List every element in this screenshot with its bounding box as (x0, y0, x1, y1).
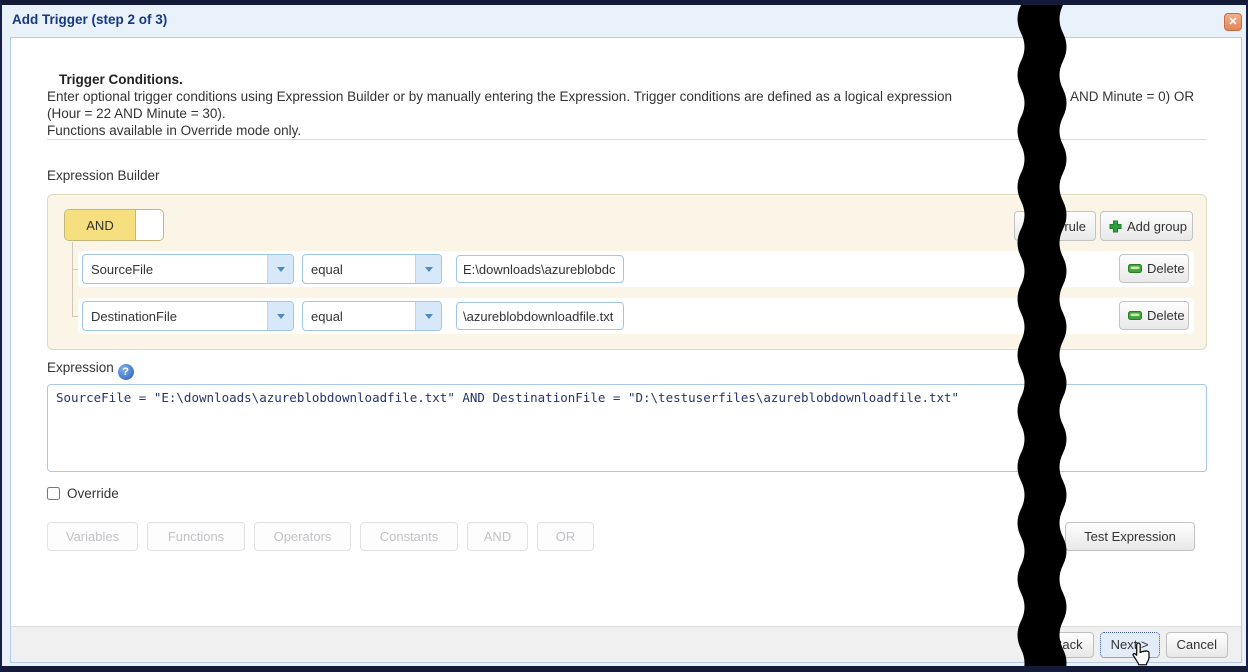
intro-line2: (Hour = 22 AND Minute = 30). (47, 106, 226, 121)
operator-select[interactable]: equal (302, 301, 442, 331)
chevron-down-icon (415, 302, 441, 330)
operators-button: Operators (254, 522, 351, 551)
cancel-button[interactable]: Cancel (1166, 632, 1228, 658)
and-button: AND (467, 522, 528, 551)
chevron-down-icon (267, 302, 293, 330)
expression-label: Expression (47, 360, 114, 375)
delete-rule-button[interactable]: Delete (1119, 254, 1189, 283)
functions-button: Functions (147, 522, 245, 551)
delete-label: Delete (1147, 261, 1185, 276)
next-button[interactable]: Next > (1100, 632, 1160, 658)
override-checkbox[interactable] (47, 487, 60, 500)
trigger-conditions-heading: Trigger Conditions. (59, 72, 183, 87)
or-button: OR (537, 522, 594, 551)
dialog-title: Add Trigger (step 2 of 3) (12, 12, 167, 27)
group-condition-or-button[interactable] (135, 210, 163, 240)
rule-value-input[interactable] (456, 255, 624, 283)
operator-select-value: equal (303, 262, 415, 277)
group-condition-and-button[interactable]: AND (65, 210, 135, 240)
rule-row: SourceFile equal Delete (78, 251, 1194, 287)
test-expression-button[interactable]: Test Expression (1065, 522, 1195, 551)
plus-icon (1109, 220, 1122, 233)
add-trigger-window: Add Trigger (step 2 of 3) ✕ Trigger Cond… (0, 0, 1248, 672)
chevron-down-icon (415, 255, 441, 283)
close-icon[interactable]: ✕ (1224, 13, 1242, 31)
delete-label: Delete (1147, 308, 1185, 323)
field-select-value: DestinationFile (83, 309, 267, 324)
group-condition-toggle: AND (64, 209, 164, 241)
chevron-down-icon (267, 255, 293, 283)
operator-select-value: equal (303, 309, 415, 324)
delete-icon (1128, 311, 1142, 320)
add-rule-button[interactable]: rule (1014, 211, 1096, 241)
rule-value-input[interactable] (456, 302, 624, 330)
expression-label-row: Expression ? (47, 360, 134, 380)
add-group-label: Add group (1127, 219, 1187, 234)
operator-select[interactable]: equal (302, 254, 442, 284)
constants-button: Constants (360, 522, 458, 551)
expression-textarea[interactable]: SourceFile = "E:\downloads\azureblobdown… (47, 384, 1207, 472)
expression-builder-panel: AND rule Add group SourceFile (47, 194, 1207, 350)
override-label: Override (67, 486, 119, 501)
variables-button: Variables (47, 522, 138, 551)
intro-line1-right: AND Minute = 0) OR (1070, 89, 1194, 104)
rule-row: DestinationFile equal Delete (78, 298, 1194, 334)
field-select[interactable]: SourceFile (82, 254, 294, 284)
add-rule-label: rule (1064, 219, 1086, 234)
help-icon[interactable]: ? (118, 364, 134, 380)
divider (47, 139, 1207, 140)
dialog-body: Trigger Conditions. Enter optional trigg… (10, 37, 1242, 663)
intro-line1-left: Enter optional trigger conditions using … (47, 89, 952, 104)
field-select-value: SourceFile (83, 262, 267, 277)
dialog-footer: < Back Next > Cancel (11, 626, 1241, 662)
tree-connector-vertical (72, 242, 73, 316)
delete-icon (1128, 264, 1142, 273)
expression-builder-label: Expression Builder (47, 168, 160, 183)
override-row: Override (47, 486, 119, 501)
delete-rule-button[interactable]: Delete (1119, 301, 1189, 330)
add-group-button[interactable]: Add group (1100, 211, 1193, 241)
back-button[interactable]: < Back (1031, 632, 1093, 658)
expression-toolbar: Variables Functions Operators Constants … (47, 522, 594, 551)
intro-line3: Functions available in Override mode onl… (47, 123, 301, 138)
field-select[interactable]: DestinationFile (82, 301, 294, 331)
